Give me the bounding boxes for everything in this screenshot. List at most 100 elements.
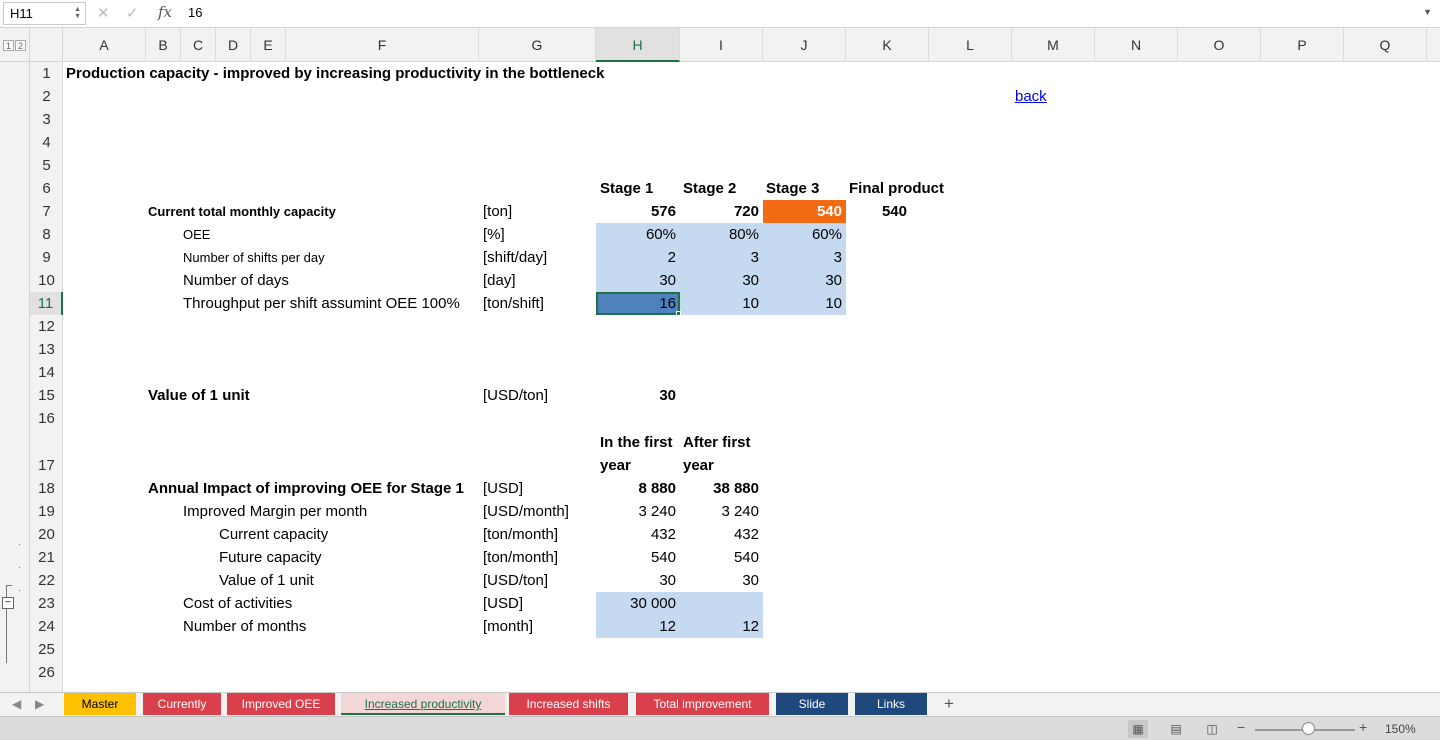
column-header-p[interactable]: P [1261,28,1344,62]
formula-input[interactable]: 16 [188,5,202,20]
stage1-oee[interactable]: 60% [596,223,680,246]
header-first-year-line1[interactable]: In the first [600,431,673,454]
margin-after-first-year[interactable]: 3 240 [680,500,763,523]
column-header-c[interactable]: C [181,28,216,62]
stage1-shifts[interactable]: 2 [596,246,680,269]
impact-first-year[interactable]: 8 880 [596,477,680,500]
column-header-h[interactable]: H [596,28,680,62]
future-capacity-after-first-year[interactable]: 540 [680,546,763,569]
page-break-view-icon[interactable]: ◫ [1202,720,1222,738]
column-header-n[interactable]: N [1095,28,1178,62]
row-header[interactable]: 24 [30,615,63,638]
label-improved-margin[interactable]: Improved Margin per month [183,500,367,523]
row-header[interactable]: 18 [30,477,63,500]
zoom-out-button[interactable]: − [1237,719,1245,735]
row-header[interactable]: 19 [30,500,63,523]
row-header[interactable]: 21 [30,546,63,569]
name-box-stepper-icon[interactable]: ▲ ▼ [74,6,81,20]
row-header[interactable]: 23 [30,592,63,615]
select-all-corner[interactable] [30,28,63,62]
unit-ton-month[interactable]: [ton/month] [483,523,558,546]
unit-day[interactable]: [day] [483,269,516,292]
column-header-f[interactable]: F [286,28,479,62]
label-current-capacity[interactable]: Current total monthly capacity [148,200,336,223]
unit-usd-ton[interactable]: [USD/ton] [483,569,548,592]
label-future-capacity[interactable]: Future capacity [219,546,322,569]
label-number-of-days[interactable]: Number of days [183,269,289,292]
stage3-days[interactable]: 30 [763,269,846,292]
header-stage-2[interactable]: Stage 2 [683,177,736,200]
stage3-capacity-bottleneck[interactable]: 540 [763,200,846,223]
stage2-throughput[interactable]: 10 [680,292,763,315]
unit-ton-shift[interactable]: [ton/shift] [483,292,544,315]
current-capacity-after-first-year[interactable]: 432 [680,523,763,546]
impact-after-first-year[interactable]: 38 880 [680,477,763,500]
unit-value-first-year[interactable]: 30 [596,569,680,592]
tab-currently[interactable]: Currently [143,693,221,715]
cancel-icon[interactable]: ✕ [97,4,110,22]
stage1-capacity[interactable]: 576 [596,200,680,223]
worksheet-grid[interactable]: Production capacity - improved by increa… [63,62,1440,692]
unit-value-after-first-year[interactable]: 30 [680,569,763,592]
current-capacity-first-year[interactable]: 432 [596,523,680,546]
unit-shift-day[interactable]: [shift/day] [483,246,547,269]
unit-ton-month[interactable]: [ton/month] [483,546,558,569]
unit-usd[interactable]: [USD] [483,477,523,500]
zoom-slider-handle[interactable] [1302,722,1315,735]
stage1-days[interactable]: 30 [596,269,680,292]
row-header[interactable]: 10 [30,269,63,292]
outline-level-2-button[interactable]: 2 [15,40,26,51]
unit-percent[interactable]: [%] [483,223,505,246]
row-header[interactable]: 25 [30,638,63,661]
row-header[interactable]: 2 [30,85,63,108]
zoom-in-button[interactable]: + [1359,719,1367,735]
tab-scroll-right-icon[interactable]: ▶ [35,697,44,711]
unit-month[interactable]: [month] [483,615,533,638]
row-header[interactable]: 7 [30,200,63,223]
outline-level-1-button[interactable]: 1 [3,40,14,51]
stage3-throughput[interactable]: 10 [763,292,846,315]
label-throughput-per-shift[interactable]: Throughput per shift assumint OEE 100% [183,292,460,315]
column-header-j[interactable]: J [763,28,846,62]
tab-improved-oee[interactable]: Improved OEE [227,693,335,715]
column-header-m[interactable]: M [1012,28,1095,62]
header-stage-1[interactable]: Stage 1 [600,177,653,200]
label-value-of-unit[interactable]: Value of 1 unit [148,384,250,407]
stage2-capacity[interactable]: 720 [680,200,763,223]
tab-increased-shifts[interactable]: Increased shifts [509,693,628,715]
final-product-capacity[interactable]: 540 [846,200,929,223]
row-header[interactable]: 17 [30,454,63,477]
collapse-group-icon[interactable]: − [2,597,14,609]
normal-view-icon[interactable]: ▦ [1128,720,1148,738]
unit-usd[interactable]: [USD] [483,592,523,615]
outline-level-buttons[interactable]: 12 [3,40,27,51]
label-value-of-unit-2[interactable]: Value of 1 unit [219,569,314,592]
row-header[interactable]: 11 [30,292,63,315]
column-header-b[interactable]: B [146,28,181,62]
tab-total-improvement[interactable]: Total improvement [636,693,769,715]
confirm-icon[interactable]: ✓ [126,4,139,22]
stage2-shifts[interactable]: 3 [680,246,763,269]
column-header-i[interactable]: I [680,28,763,62]
column-header-d[interactable]: D [216,28,251,62]
name-box[interactable]: H11 ▲ ▼ [3,2,86,25]
stage3-shifts[interactable]: 3 [763,246,846,269]
column-header-k[interactable]: K [846,28,929,62]
months-first-year[interactable]: 12 [596,615,680,638]
row-header[interactable]: 13 [30,338,63,361]
header-after-first-line2[interactable]: year [683,454,714,477]
row-header[interactable]: 20 [30,523,63,546]
row-header[interactable]: 12 [30,315,63,338]
chevron-down-icon[interactable]: ▼ [1423,7,1432,17]
margin-first-year[interactable]: 3 240 [596,500,680,523]
row-header[interactable]: 22 [30,569,63,592]
label-shifts-per-day[interactable]: Number of shifts per day [183,246,325,269]
unit-usd-month[interactable]: [USD/month] [483,500,569,523]
cost-first-year[interactable]: 30 000 [596,592,680,615]
unit-ton[interactable]: [ton] [483,200,512,223]
label-current-capacity-month[interactable]: Current capacity [219,523,328,546]
column-header-a[interactable]: A [63,28,146,62]
header-final-product[interactable]: Final product [849,177,944,200]
row-header[interactable]: 4 [30,131,63,154]
row-header[interactable]: 3 [30,108,63,131]
